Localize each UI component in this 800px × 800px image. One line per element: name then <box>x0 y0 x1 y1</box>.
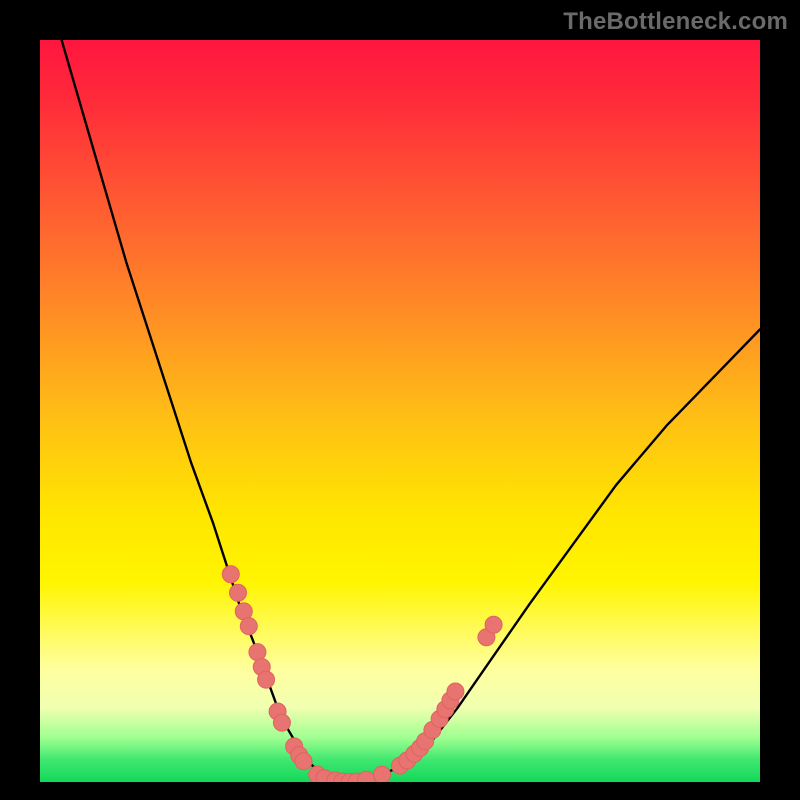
marker-dot <box>295 753 312 770</box>
highlight-dots <box>222 566 502 782</box>
marker-dot <box>447 683 464 700</box>
marker-dot <box>230 584 247 601</box>
marker-dot <box>273 714 290 731</box>
chart-svg <box>40 40 760 782</box>
bottleneck-curve <box>40 40 760 782</box>
source-caption: TheBottleneck.com <box>563 8 788 36</box>
chart-frame: TheBottleneck.com <box>0 0 800 800</box>
marker-dot <box>240 618 257 635</box>
plot-area <box>40 40 760 782</box>
marker-dot <box>222 566 239 583</box>
marker-dot <box>485 616 502 633</box>
marker-dot <box>258 671 275 688</box>
marker-dot <box>374 766 391 782</box>
marker-dot <box>358 771 375 782</box>
marker-dot <box>249 644 266 661</box>
